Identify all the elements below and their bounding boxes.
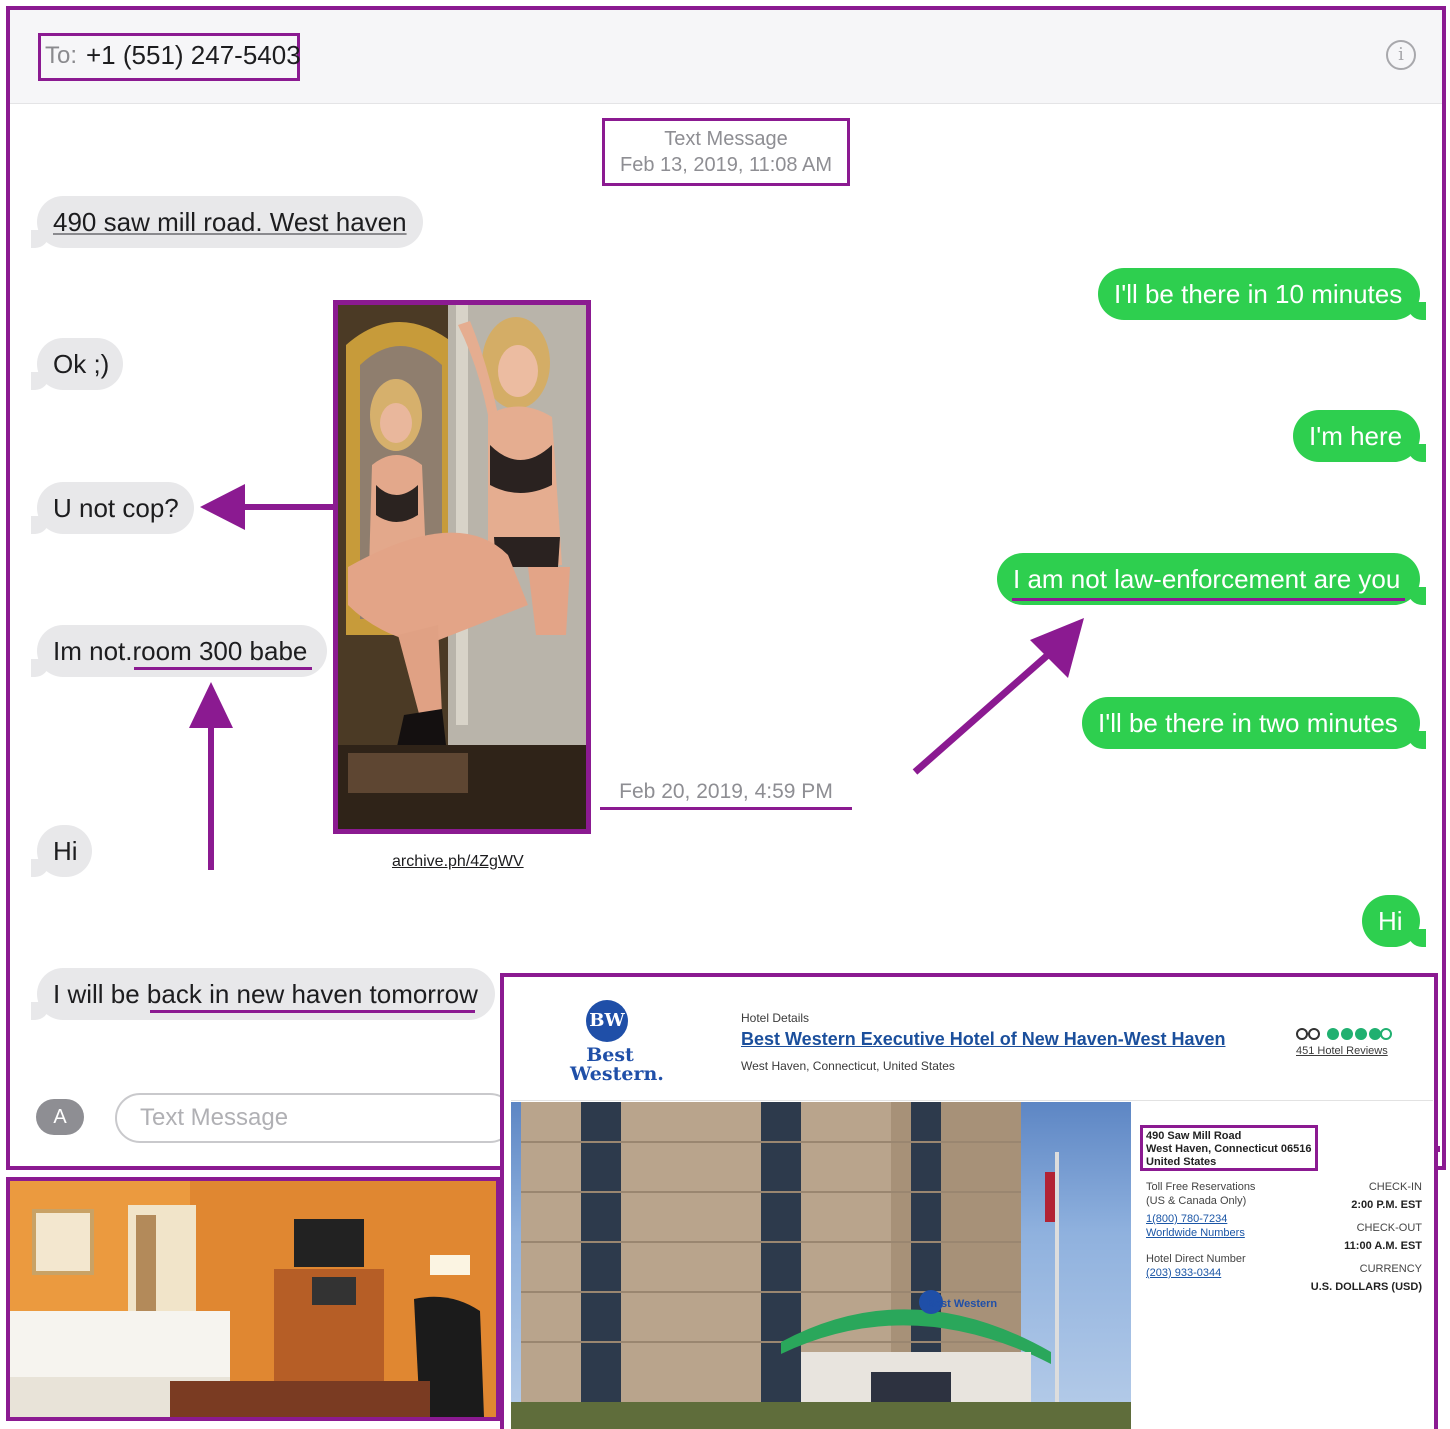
hotel-exterior-photo: Best Western — [511, 1102, 1131, 1429]
checkin-label: CHECK-IN — [1368, 1181, 1422, 1193]
currency-label: CURRENCY — [1359, 1263, 1422, 1275]
toll-free-number-link[interactable]: 1(800) 780-7234 — [1146, 1212, 1255, 1226]
section-label: Hotel Details — [741, 1011, 810, 1025]
stay-info: CHECK-IN 2:00 P.M. EST CHECK-OUT 11:00 A… — [1300, 1180, 1422, 1294]
hotel-location: West Haven, Connecticut, United States — [741, 1059, 955, 1073]
hotel-room-photo — [6, 1177, 500, 1421]
message-input-placeholder: Text Message — [140, 1104, 289, 1131]
hotel-address: 490 Saw Mill Road West Haven, Connecticu… — [1146, 1130, 1311, 1169]
address-line-3: United States — [1146, 1156, 1217, 1168]
arrowhead — [200, 484, 245, 530]
divider — [511, 1100, 1433, 1101]
toll-free-label: Toll Free Reservations — [1146, 1181, 1256, 1193]
rating-bubbles-icon — [1296, 1028, 1392, 1040]
arrowhead — [1030, 618, 1084, 678]
address-line-1: 490 Saw Mill Road — [1146, 1130, 1242, 1142]
arrow-to-law-enforcement-message — [912, 643, 1061, 775]
room-illustration — [10, 1181, 496, 1417]
best-western-logo-icon: BW — [586, 1000, 628, 1042]
building-illustration — [511, 1102, 1131, 1429]
direct-number-link[interactable]: (203) 933-0344 — [1146, 1266, 1255, 1280]
reservation-info: Toll Free Reservations (US & Canada Only… — [1146, 1180, 1255, 1280]
worldwide-numbers-link[interactable]: Worldwide Numbers — [1146, 1226, 1255, 1240]
logo-line-2: Western. — [570, 1063, 664, 1085]
tripadvisor-rating — [1296, 1025, 1392, 1043]
archive-link[interactable]: archive.ph/4ZgWV — [392, 853, 524, 871]
address-line-2: West Haven, Connecticut 06516 — [1146, 1143, 1312, 1155]
arrowhead — [189, 682, 233, 728]
best-western-logo-text: Best Western. — [570, 1046, 664, 1085]
building-sign: Best Western — [927, 1298, 998, 1310]
direct-number-label: Hotel Direct Number — [1146, 1253, 1246, 1265]
app-store-icon[interactable]: A — [36, 1099, 84, 1135]
hotel-name-link[interactable]: Best Western Executive Hotel of New Have… — [741, 1029, 1226, 1050]
checkout-label: CHECK-OUT — [1356, 1222, 1422, 1234]
checkout-value: 11:00 A.M. EST — [1344, 1240, 1422, 1252]
checkin-value: 2:00 P.M. EST — [1351, 1199, 1422, 1211]
shared-photo[interactable] — [333, 300, 591, 834]
photo-illustration — [338, 305, 586, 829]
currency-value: U.S. DOLLARS (USD) — [1310, 1281, 1422, 1293]
toll-free-note: (US & Canada Only) — [1146, 1195, 1247, 1207]
reviews-link[interactable]: 451 Hotel Reviews — [1296, 1045, 1388, 1057]
